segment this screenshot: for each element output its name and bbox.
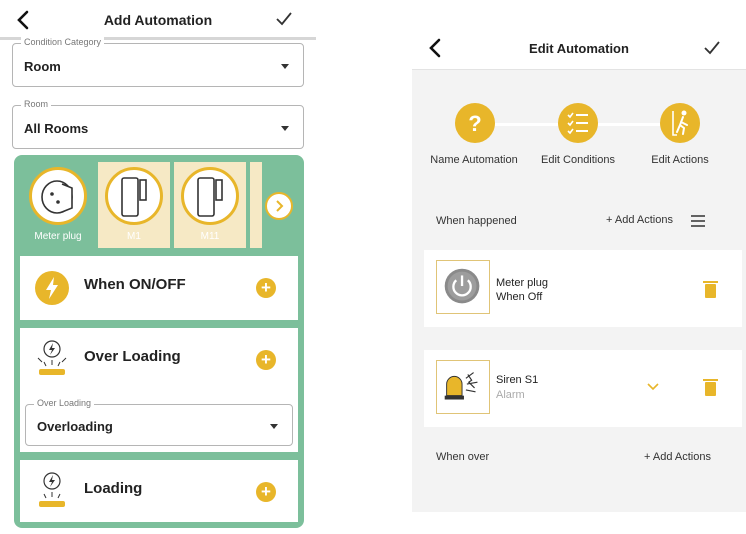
- loading-icon: [39, 472, 65, 507]
- chevron-down-icon: [270, 424, 278, 429]
- device-meter-plug[interactable]: Meter plug: [22, 162, 94, 248]
- add-actions-link[interactable]: + Add Actions: [644, 451, 711, 463]
- action-card-siren[interactable]: Siren S1 Alarm: [424, 350, 742, 427]
- device-label: M11: [200, 231, 220, 242]
- device-label: M1: [127, 231, 141, 242]
- walking-person-icon: [672, 110, 688, 136]
- condition-category-value: Room: [24, 59, 61, 74]
- room-select[interactable]: Room All Rooms: [12, 99, 304, 149]
- device-m1[interactable]: M1: [98, 162, 170, 248]
- add-actions-link[interactable]: + Add Actions: [606, 214, 673, 226]
- over-loading-label: Over Loading: [34, 398, 95, 408]
- chevron-down-icon: [281, 126, 289, 131]
- question-icon: ?: [468, 111, 481, 136]
- step-connector: [494, 123, 560, 126]
- step-label: Edit Conditions: [541, 154, 615, 166]
- add-plus-icon[interactable]: +: [256, 482, 276, 502]
- when-over-label: When over: [436, 451, 490, 463]
- trash-icon[interactable]: [703, 379, 718, 396]
- condition-category-label: Condition Category: [21, 37, 105, 47]
- card-title: When ON/OFF: [84, 276, 186, 293]
- page-title: Add Automation: [103, 12, 213, 28]
- card-title: Loading: [84, 480, 143, 497]
- chevron-down-icon[interactable]: [646, 382, 660, 392]
- add-plus-icon[interactable]: +: [256, 350, 276, 370]
- condition-card-over-loading[interactable]: Over Loading + Over Loading Overloading: [20, 328, 298, 452]
- when-happened-label: When happened: [436, 215, 517, 227]
- over-loading-value: Overloading: [37, 419, 113, 434]
- confirm-check-icon[interactable]: [702, 38, 722, 58]
- room-label: Room: [21, 99, 52, 109]
- edit-automation-screen: Edit Automation ? Name Automation Edit C…: [412, 0, 746, 512]
- add-plus-icon[interactable]: +: [256, 278, 276, 298]
- add-automation-screen: Add Automation Condition Category Room R…: [0, 0, 316, 534]
- action-device-name: Meter plug: [496, 277, 548, 289]
- confirm-check-icon[interactable]: [274, 9, 294, 29]
- header-bar: Add Automation: [0, 0, 316, 40]
- over-loading-select[interactable]: Over Loading Overloading: [25, 398, 293, 446]
- condition-category-select[interactable]: Condition Category Room: [12, 37, 304, 87]
- trash-icon[interactable]: [703, 281, 718, 298]
- condition-card-when-onoff[interactable]: When ON/OFF +: [20, 256, 298, 320]
- step-label: Edit Actions: [651, 154, 709, 166]
- step-name-automation[interactable]: ?: [455, 103, 495, 143]
- card-title: Over Loading: [84, 348, 181, 365]
- header-bar: Edit Automation: [412, 0, 746, 70]
- action-device-state: When Off: [496, 291, 543, 303]
- device-label: Meter plug: [34, 231, 82, 242]
- door-sensor-icon: [197, 177, 223, 217]
- action-card-meter-plug[interactable]: Meter plug When Off: [424, 250, 742, 327]
- device-ring: [29, 167, 87, 225]
- hamburger-menu-icon[interactable]: [690, 214, 706, 228]
- chevron-right-icon: [276, 200, 284, 212]
- door-sensor-icon: [121, 177, 147, 217]
- step-label: Name Automation: [430, 154, 518, 166]
- action-device-name: Siren S1: [496, 374, 539, 386]
- step-connector: [596, 123, 662, 126]
- device-m11[interactable]: M11: [174, 162, 246, 248]
- overload-icon: [37, 340, 67, 375]
- siren-icon: [444, 372, 478, 400]
- lightning-icon: [35, 271, 69, 305]
- chevron-down-icon: [281, 64, 289, 69]
- device-ring: [105, 167, 163, 225]
- room-value: All Rooms: [24, 121, 89, 136]
- action-thumbnail: [436, 360, 490, 414]
- scroll-right-button[interactable]: [265, 192, 293, 220]
- action-device-state: Alarm: [496, 389, 525, 401]
- action-thumbnail: [436, 260, 490, 314]
- svg-text:?: ?: [468, 111, 481, 136]
- step-edit-actions[interactable]: [660, 103, 700, 143]
- power-icon: [444, 268, 480, 304]
- meter-plug-icon: [41, 180, 73, 214]
- checklist-icon: [567, 112, 588, 135]
- condition-card-loading[interactable]: Loading +: [20, 460, 298, 522]
- device-partial[interactable]: [250, 162, 262, 248]
- step-edit-conditions[interactable]: [558, 103, 598, 143]
- page-title: Edit Automation: [529, 41, 629, 56]
- device-ring: [181, 167, 239, 225]
